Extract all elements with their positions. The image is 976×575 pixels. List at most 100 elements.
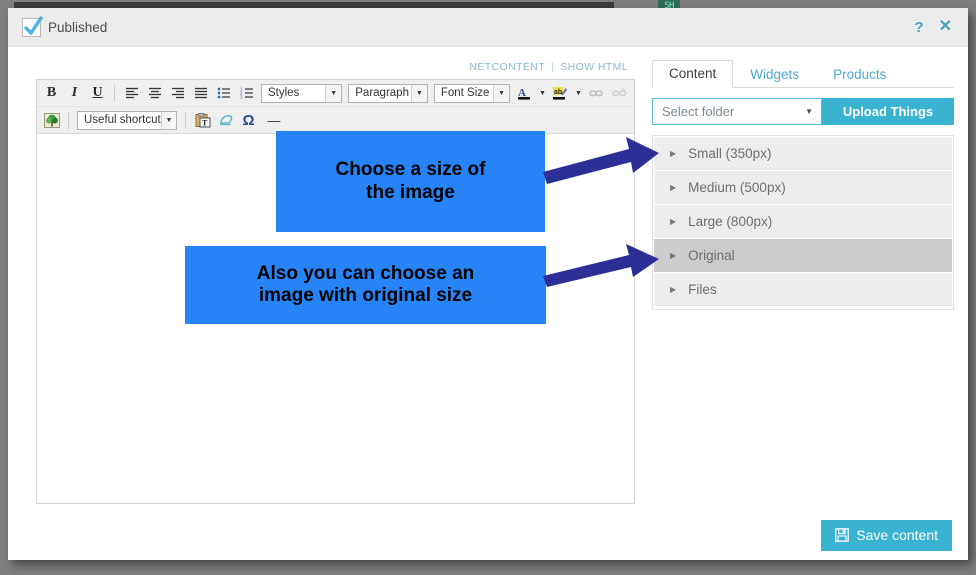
link-icon <box>589 89 603 96</box>
align-right-icon <box>171 87 184 99</box>
special-character-button[interactable]: Ω <box>238 110 259 131</box>
align-right-button[interactable] <box>167 83 188 104</box>
align-center-icon <box>148 87 161 99</box>
useful-shortcuts-select[interactable]: Useful shortcuts ▼ <box>77 110 177 130</box>
highlight-color-dropdown[interactable]: ▼ <box>573 83 584 104</box>
editor-toolbar-row-1: B I U 1 2 3 Styles ▼ Paragraph ▼ Font Si… <box>37 80 634 107</box>
chevron-down-icon: ▼ <box>161 111 176 129</box>
styles-select-value: Styles <box>268 87 300 99</box>
bold-button[interactable]: B <box>41 83 62 104</box>
annotation-choose-size: Choose a size of the image <box>276 131 545 232</box>
svg-text:3: 3 <box>240 95 243 100</box>
annotation-arrow-to-small <box>543 137 659 184</box>
triangle-right-icon: ▶ <box>670 284 677 294</box>
highlight-color-button[interactable]: ab <box>550 83 571 104</box>
side-panel: Content Widgets Products Select folder ▼… <box>636 47 968 504</box>
accordion-item-label: Large (800px) <box>688 214 773 229</box>
numbered-list-icon: 123 <box>240 87 253 100</box>
paragraph-select-value: Paragraph <box>355 87 409 99</box>
chevron-down-icon: ▼ <box>805 107 813 116</box>
accordion-item-label: Small (350px) <box>688 146 772 161</box>
checkmark-icon <box>24 15 43 35</box>
folder-select-value: Select folder <box>662 104 735 119</box>
accordion-item-small[interactable]: ▶ Small (350px) <box>654 137 952 171</box>
italic-button[interactable]: I <box>64 83 85 104</box>
published-checkbox[interactable] <box>22 15 43 37</box>
folder-row: Select folder ▼ Upload Things <box>652 98 954 125</box>
close-icon[interactable]: ✕ <box>939 19 952 35</box>
upload-things-button[interactable]: Upload Things <box>822 98 954 125</box>
editor-links: NETCONTENT | SHOW HTML <box>8 55 636 79</box>
align-left-button[interactable] <box>121 83 142 104</box>
accordion-item-original[interactable]: ▶ Original <box>654 239 952 273</box>
accordion-item-label: Files <box>688 282 717 297</box>
link-separator: | <box>551 61 555 73</box>
triangle-right-icon: ▶ <box>670 250 677 260</box>
styles-select[interactable]: Styles ▼ <box>261 83 343 103</box>
insert-link-button[interactable] <box>586 83 607 104</box>
toolbar-separator <box>185 111 186 129</box>
header-icon-group: ? ✕ <box>914 19 952 35</box>
font-size-select-value: Font Size <box>440 87 490 99</box>
underline-button[interactable]: U <box>87 83 108 104</box>
media-size-accordion: ▶ Small (350px) ▶ Medium (500px) ▶ Large… <box>652 135 954 310</box>
text-color-icon: A <box>517 87 530 100</box>
annotation-line-2: image with original size <box>258 285 473 306</box>
accordion-item-large[interactable]: ▶ Large (800px) <box>654 205 952 239</box>
chevron-down-icon: ▼ <box>492 84 509 102</box>
erase-format-button[interactable] <box>215 110 236 131</box>
accordion-item-label: Medium (500px) <box>688 180 786 195</box>
text-color-dropdown[interactable]: ▼ <box>537 83 548 104</box>
highlight-color-icon: ab <box>553 87 568 100</box>
align-justify-button[interactable] <box>190 83 211 104</box>
folder-select[interactable]: Select folder ▼ <box>652 98 822 125</box>
annotation-line-1: Choose a size of <box>335 159 486 181</box>
annotation-original-size: Also you can choose an image with origin… <box>185 246 546 324</box>
netcontent-link[interactable]: NETCONTENT <box>469 61 545 73</box>
floppy-disk-icon <box>835 528 850 542</box>
triangle-right-icon: ▶ <box>670 216 677 226</box>
eraser-icon <box>219 115 232 126</box>
text-color-button[interactable]: A <box>514 83 535 104</box>
paste-as-text-button[interactable]: T <box>192 110 213 131</box>
bulleted-list-button[interactable] <box>213 83 234 104</box>
chevron-down-icon: ▼ <box>539 89 546 97</box>
toolbar-separator <box>114 84 115 102</box>
useful-shortcuts-value: Useful shortcuts <box>84 114 161 126</box>
tree-image-icon <box>43 112 60 128</box>
accordion-item-medium[interactable]: ▶ Medium (500px) <box>654 171 952 205</box>
font-size-select[interactable]: Font Size ▼ <box>433 83 510 103</box>
align-left-icon <box>125 87 138 99</box>
save-content-label: Save content <box>856 527 938 543</box>
tree-image-button[interactable] <box>41 110 62 131</box>
annotation-line-1: Also you can choose an <box>256 262 475 284</box>
toolbar-separator <box>68 111 69 129</box>
modal-footer: Save content <box>8 504 968 560</box>
unlink-button[interactable] <box>609 83 630 104</box>
show-html-link[interactable]: SHOW HTML <box>560 61 628 73</box>
published-checkbox-group[interactable]: Published <box>22 15 108 37</box>
panel-tabs: Content Widgets Products <box>652 59 954 88</box>
modal-header: Published ? ✕ <box>8 8 968 47</box>
accordion-item-files[interactable]: ▶ Files <box>654 273 952 307</box>
horizontal-rule-button[interactable]: — <box>261 110 287 131</box>
tab-widgets[interactable]: Widgets <box>733 61 816 88</box>
align-justify-icon <box>194 87 207 99</box>
help-icon[interactable]: ? <box>914 20 923 35</box>
align-center-button[interactable] <box>144 83 165 104</box>
tab-products[interactable]: Products <box>816 61 903 88</box>
svg-text:ab: ab <box>554 89 562 96</box>
annotation-arrow-to-original <box>543 244 659 287</box>
published-label: Published <box>48 19 108 35</box>
chevron-down-icon: ▼ <box>410 84 427 102</box>
accordion-item-label: Original <box>688 248 735 263</box>
triangle-right-icon: ▶ <box>670 148 677 158</box>
unlink-icon <box>612 87 627 96</box>
paragraph-select[interactable]: Paragraph ▼ <box>348 83 428 103</box>
paste-as-text-icon: T <box>195 112 210 127</box>
chevron-down-icon: ▼ <box>325 84 342 102</box>
save-content-button[interactable]: Save content <box>821 519 952 551</box>
tab-content[interactable]: Content <box>652 60 734 88</box>
numbered-list-button[interactable]: 123 <box>236 83 257 104</box>
chevron-down-icon: ▼ <box>575 89 582 97</box>
